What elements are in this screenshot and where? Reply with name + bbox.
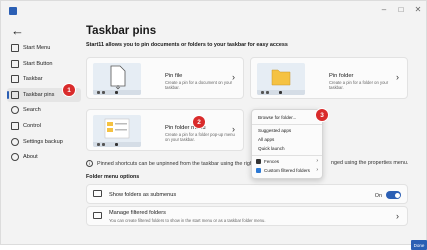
annotation-badge-1: 1 xyxy=(63,84,75,96)
sidebar-item-control[interactable]: Control xyxy=(7,119,81,133)
card-description: Create a pin for a folder pop-up menu on… xyxy=(165,132,235,142)
section-title: Folder menu options xyxy=(86,174,140,180)
pin-folder-card[interactable]: Pin folder Create a pin for a folder on … xyxy=(250,57,408,99)
pin-file-card[interactable]: Pin file Create a pin for a document on … xyxy=(86,57,244,99)
done-button[interactable]: Done xyxy=(411,240,427,250)
control-icon xyxy=(11,121,19,130)
menu-item-all-apps[interactable]: All apps xyxy=(258,137,274,142)
chevron-right-icon: › xyxy=(316,158,318,164)
app-window: – □ ✕ ← Start Menu Start Button Taskbar … xyxy=(0,0,427,245)
sidebar-item-label: Taskbar pins xyxy=(23,91,55,98)
pin-file-preview xyxy=(93,63,141,95)
title-bar: – □ ✕ xyxy=(1,1,426,21)
show-folders-submenus-toggle[interactable] xyxy=(386,191,401,199)
manage-filtered-folders-row[interactable]: Manage filtered folders You can create f… xyxy=(86,206,408,226)
settings-backup-icon xyxy=(11,137,19,146)
annotation-badge-2: 2 xyxy=(193,116,205,128)
sidebar: Start Menu Start Button Taskbar Taskbar … xyxy=(7,41,81,166)
sidebar-item-start-menu[interactable]: Start Menu xyxy=(7,41,81,55)
taskbar-icon xyxy=(11,75,19,84)
card-description: Create a pin for a document on your task… xyxy=(165,80,233,90)
folder-context-menu: Browse for folder... Suggested apps All … xyxy=(251,109,323,179)
folder-icon xyxy=(93,212,102,219)
page-subtitle: Start11 allows you to pin documents or f… xyxy=(86,42,288,48)
sidebar-item-label: Search xyxy=(23,107,41,114)
minimize-button[interactable]: – xyxy=(377,5,391,14)
chevron-right-icon: › xyxy=(396,211,399,221)
toggle-state-label: On xyxy=(374,193,382,199)
pin-folder-preview xyxy=(257,63,305,95)
annotation-badge-3: 3 xyxy=(316,109,328,121)
menu-item-browse-for-folder[interactable]: Browse for folder... xyxy=(258,115,296,120)
sidebar-item-about[interactable]: About xyxy=(7,150,81,164)
sidebar-item-label: Start Button xyxy=(23,60,53,67)
sidebar-item-settings-backup[interactable]: Settings backup xyxy=(7,135,81,149)
taskbar-pins-icon xyxy=(11,90,19,99)
search-icon xyxy=(11,106,19,115)
custom-folders-icon xyxy=(256,168,261,173)
menu-item-suggested-apps[interactable]: Suggested apps xyxy=(258,128,291,133)
page-title: Taskbar pins xyxy=(86,25,157,37)
sidebar-item-label: Control xyxy=(23,122,42,129)
card-title: Pin folder xyxy=(329,73,354,79)
back-arrow-icon[interactable]: ← xyxy=(11,23,24,38)
start-menu-icon xyxy=(11,44,19,52)
maximize-button[interactable]: □ xyxy=(394,5,408,14)
folder-icon xyxy=(93,190,102,197)
app-logo-icon xyxy=(9,7,17,15)
chevron-right-icon: › xyxy=(232,72,235,82)
info-text-continued: nged using the properties menu. xyxy=(331,160,409,166)
sidebar-item-start-button[interactable]: Start Button xyxy=(7,57,81,71)
chevron-right-icon: › xyxy=(316,167,318,173)
row-title: Show folders as submenus xyxy=(109,192,177,198)
menu-item-quick-launch[interactable]: Quick launch xyxy=(258,146,285,151)
pin-folder-menu-preview xyxy=(93,115,141,147)
pin-folder-menu-card[interactable]: Pin folder menu Create a pin for a folde… xyxy=(86,109,244,151)
sidebar-item-label: Settings backup xyxy=(23,138,63,145)
card-description: Create a pin for a folder on your taskba… xyxy=(329,80,389,90)
sidebar-item-label: Taskbar xyxy=(23,76,43,83)
info-text: Pinned shortcuts can be unpinned from th… xyxy=(97,160,259,167)
sidebar-item-label: Start Menu xyxy=(23,45,51,51)
menu-item-custom-filtered-folders[interactable]: Custom filtered folders xyxy=(264,168,310,173)
start-button-icon xyxy=(11,59,19,68)
close-button[interactable]: ✕ xyxy=(411,5,425,14)
card-title: Pin file xyxy=(165,73,183,79)
sidebar-item-label: About xyxy=(23,154,38,161)
row-title: Manage filtered folders xyxy=(109,210,166,216)
sidebar-item-search[interactable]: Search xyxy=(7,103,81,117)
chevron-right-icon: › xyxy=(232,124,235,134)
about-icon xyxy=(11,153,19,162)
menu-item-fences[interactable]: Fences xyxy=(264,159,279,164)
row-description: You can create filtered folders to show … xyxy=(109,218,266,223)
show-folders-submenus-row: Show folders as submenus On xyxy=(86,184,408,204)
fences-icon xyxy=(256,159,261,164)
chevron-right-icon: › xyxy=(396,72,399,82)
info-icon: i xyxy=(86,160,93,167)
